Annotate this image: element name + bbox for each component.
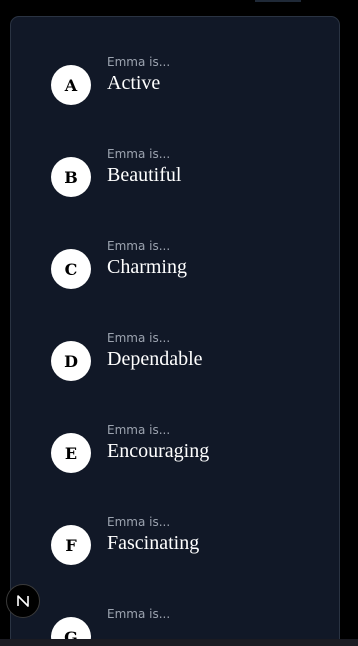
item-prefix: Emma is... (107, 239, 171, 253)
item-word: Fascinating (107, 532, 200, 554)
list-item: E Emma is... Encouraging (51, 423, 311, 477)
letter-badge: A (51, 65, 91, 105)
letter-badge: F (51, 525, 91, 565)
list-item: B Emma is... Beautiful (51, 147, 311, 201)
item-word: Beautiful (107, 164, 182, 186)
letter-badge: C (51, 249, 91, 289)
item-word: Active (107, 72, 161, 94)
letter-badge: B (51, 157, 91, 197)
item-prefix: Emma is... (107, 55, 171, 69)
item-prefix: Emma is... (107, 607, 171, 621)
list-item: A Emma is... Active (51, 55, 311, 109)
item-prefix: Emma is... (107, 331, 171, 345)
item-word: Dependable (107, 348, 203, 370)
dev-tools-button[interactable] (6, 584, 40, 618)
item-prefix: Emma is... (107, 515, 171, 529)
letter-badge: E (51, 433, 91, 473)
list-item: F Emma is... Fascinating (51, 515, 311, 569)
page: A Emma is... Active B Emma is... Beautif… (0, 0, 358, 646)
word-list-card: A Emma is... Active B Emma is... Beautif… (10, 16, 340, 646)
list-item: D Emma is... Dependable (51, 331, 311, 385)
item-prefix: Emma is... (107, 423, 171, 437)
nextjs-n-icon (17, 595, 29, 607)
bottom-bar (0, 639, 358, 646)
item-word: Encouraging (107, 440, 210, 462)
list-item: C Emma is... Charming (51, 239, 311, 293)
item-prefix: Emma is... (107, 147, 171, 161)
top-tab-indicator (255, 0, 301, 2)
letter-badge: D (51, 341, 91, 381)
item-word: Charming (107, 256, 187, 278)
